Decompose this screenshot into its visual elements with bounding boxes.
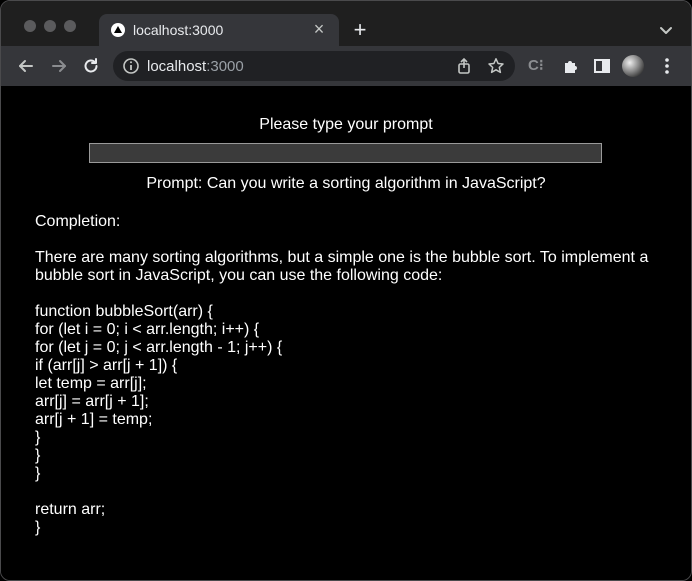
arrow-right-icon[interactable] xyxy=(49,56,69,76)
code-line: return arr; xyxy=(35,501,106,518)
code-line: } xyxy=(35,429,41,446)
window-zoom-control[interactable] xyxy=(64,20,76,32)
code-line: } xyxy=(35,447,41,464)
tab-strip: localhost:3000 × + xyxy=(1,1,691,46)
arrow-left-icon[interactable] xyxy=(16,56,36,76)
code-line: } xyxy=(35,519,41,536)
completion-block: Completion: There are many sorting algor… xyxy=(35,213,665,537)
code-line: for (let i = 0; i < arr.length; i++) { xyxy=(35,321,260,338)
browser-tab-active[interactable]: localhost:3000 × xyxy=(99,14,339,46)
code-line: function bubbleSort(arr) { xyxy=(35,303,213,320)
code-block: function bubbleSort(arr) { for (let i = … xyxy=(35,303,665,537)
code-line: arr[j + 1] = temp; xyxy=(35,411,153,428)
puzzle-icon[interactable] xyxy=(561,56,581,76)
code-line: if (arr[j] > arr[j + 1]) { xyxy=(35,357,178,374)
triangle-logo-icon xyxy=(111,23,125,37)
star-icon[interactable] xyxy=(487,57,505,75)
tab-title: localhost:3000 xyxy=(133,22,224,38)
url-port: :3000 xyxy=(206,58,244,75)
prompt-heading: Please type your prompt xyxy=(259,116,433,133)
completion-label: Completion: xyxy=(35,213,121,230)
completion-intro: There are many sorting algorithms, but a… xyxy=(35,249,649,284)
extension-icon[interactable]: C⁝ xyxy=(528,56,548,76)
prompt-input[interactable] xyxy=(89,143,602,163)
code-line: for (let j = 0; j < arr.length - 1; j++)… xyxy=(35,339,283,356)
window-close-control[interactable] xyxy=(24,20,36,32)
kebab-menu-icon[interactable] xyxy=(657,56,677,76)
profile-avatar[interactable] xyxy=(622,55,644,77)
url-host: localhost xyxy=(147,58,207,75)
page-content: Please type your prompt Prompt: Can you … xyxy=(1,86,691,580)
code-line: let temp = arr[j]; xyxy=(35,375,147,392)
info-icon[interactable] xyxy=(122,57,140,75)
reload-icon[interactable] xyxy=(81,56,101,76)
code-line: } xyxy=(35,465,41,482)
window-minimize-control[interactable] xyxy=(44,20,56,32)
close-icon[interactable]: × xyxy=(309,19,329,39)
plus-icon[interactable]: + xyxy=(350,19,370,41)
sidebar-icon[interactable] xyxy=(592,56,612,76)
browser-window: localhost:3000 × + localhost:3000 C⁝ Ple… xyxy=(0,0,692,581)
address-bar[interactable]: localhost:3000 xyxy=(113,51,515,81)
code-line: arr[j] = arr[j + 1]; xyxy=(35,393,149,410)
browser-toolbar: localhost:3000 C⁝ xyxy=(1,46,691,86)
share-icon[interactable] xyxy=(455,57,473,75)
url-text: localhost:3000 xyxy=(147,58,244,75)
prompt-echo: Prompt: Can you write a sorting algorith… xyxy=(146,175,546,192)
chevron-down-icon[interactable] xyxy=(656,21,676,41)
